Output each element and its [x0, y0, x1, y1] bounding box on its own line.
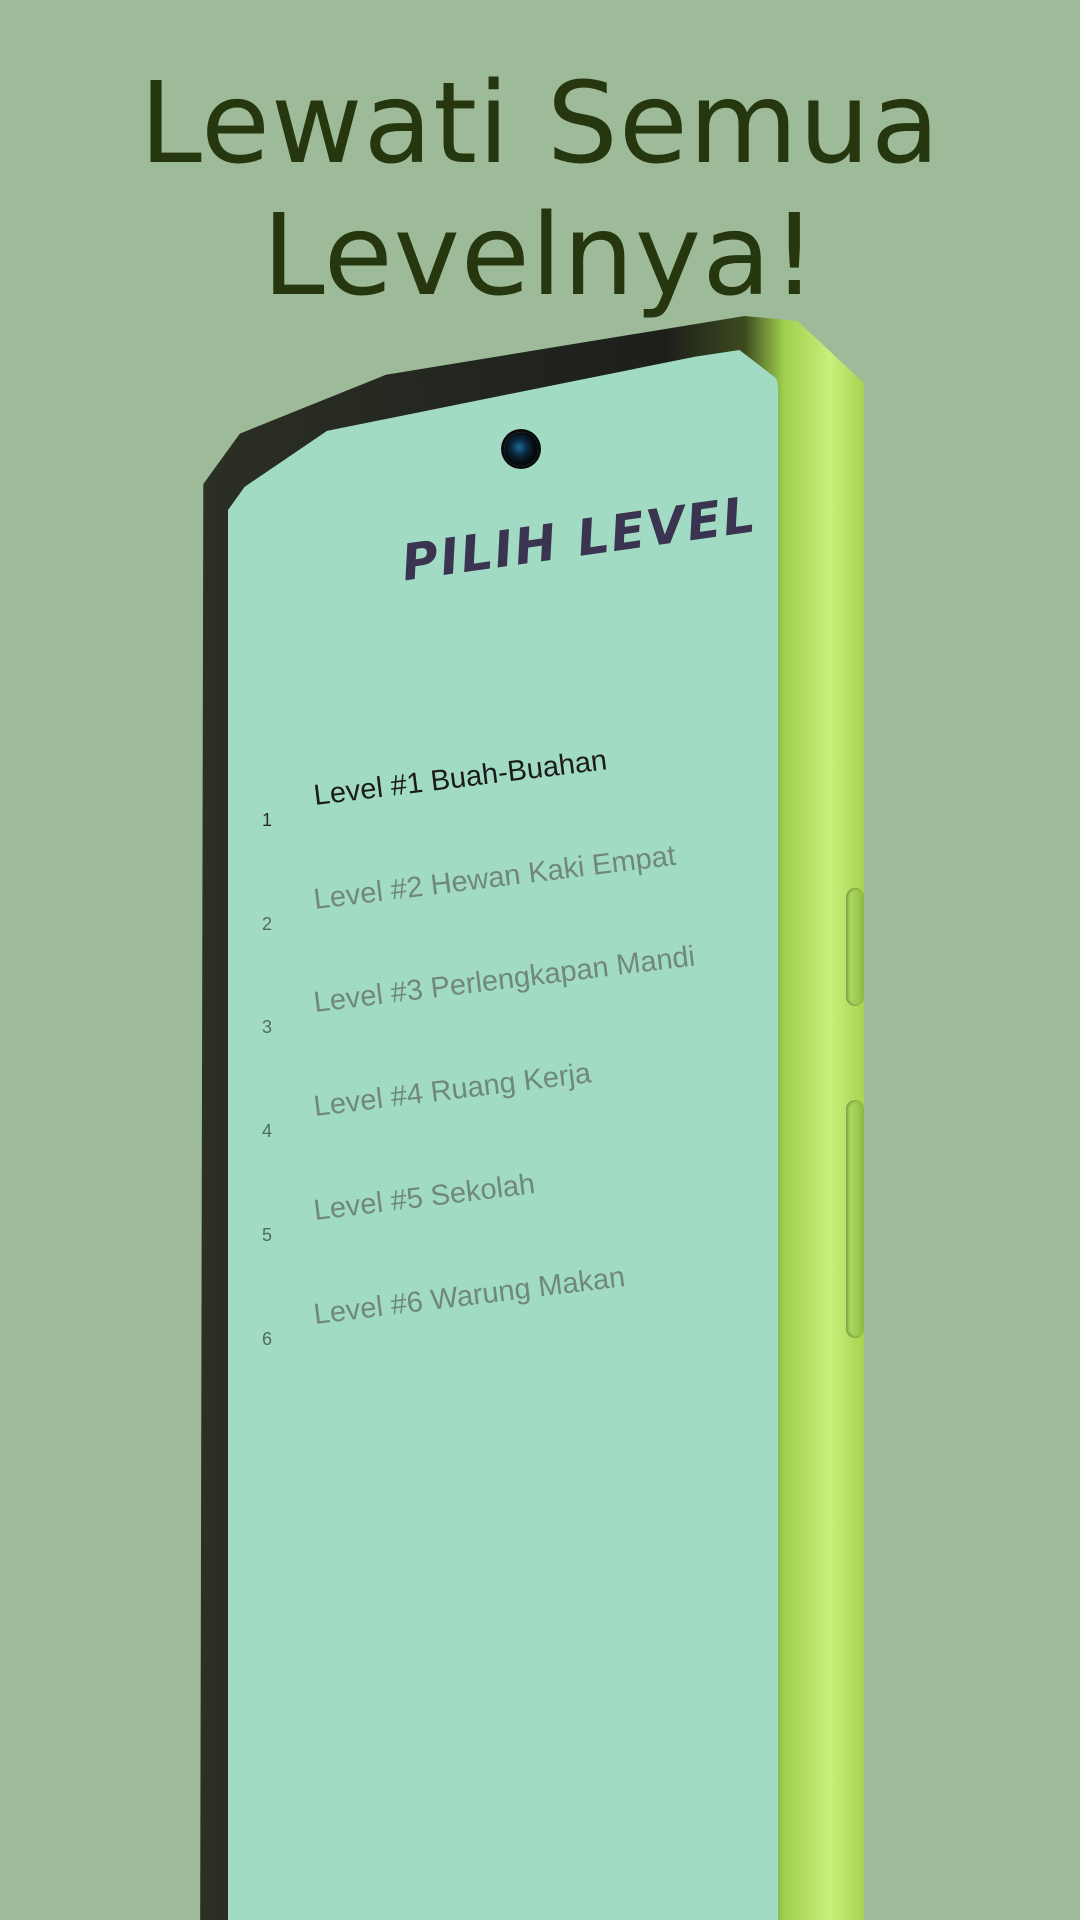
- level-number: 1: [262, 810, 273, 830]
- level-item-6[interactable]: 6 Level #6 Warung Makan: [228, 1261, 778, 1359]
- power-button: [846, 1100, 864, 1338]
- level-item-1[interactable]: 1 Level #1 Buah-Buahan: [228, 744, 778, 840]
- headline-line-2: Levelnya!: [262, 191, 818, 321]
- level-label: Level #3 Perlengkapan Mandi: [311, 940, 697, 1020]
- level-item-5[interactable]: 5 Level #5 Sekolah: [228, 1168, 778, 1255]
- level-number: 4: [262, 1121, 273, 1141]
- level-item-2[interactable]: 2 Level #2 Hewan Kaki Empat: [228, 840, 778, 944]
- headline-line-1: Lewati Semua: [139, 59, 941, 189]
- level-label: Level #2 Hewan Kaki Empat: [311, 839, 678, 917]
- volume-button: [846, 888, 864, 1006]
- level-number: 3: [262, 1017, 273, 1037]
- level-item-4[interactable]: 4 Level #4 Ruang Kerja: [228, 1057, 778, 1151]
- phone-screen: Pilih Level 1 Level #1 Buah-Buahan 2 Lev…: [228, 350, 778, 1920]
- level-item-3[interactable]: 3 Level #3 Perlengkapan Mandi: [228, 940, 778, 1047]
- level-number: 5: [262, 1225, 273, 1245]
- level-label: Level #6 Warung Makan: [311, 1261, 627, 1332]
- level-label: Level #4 Ruang Kerja: [311, 1057, 593, 1124]
- level-label: Level #1 Buah-Buahan: [311, 744, 609, 813]
- level-number: 6: [262, 1329, 273, 1349]
- phone-device: Pilih Level 1 Level #1 Buah-Buahan 2 Lev…: [200, 316, 864, 1920]
- level-number: 2: [262, 914, 273, 934]
- promo-headline: Lewati Semua Levelnya!: [0, 58, 1080, 322]
- level-label: Level #5 Sekolah: [311, 1168, 537, 1228]
- level-list: 1 Level #1 Buah-Buahan 2 Level #2 Hewan …: [228, 350, 778, 1550]
